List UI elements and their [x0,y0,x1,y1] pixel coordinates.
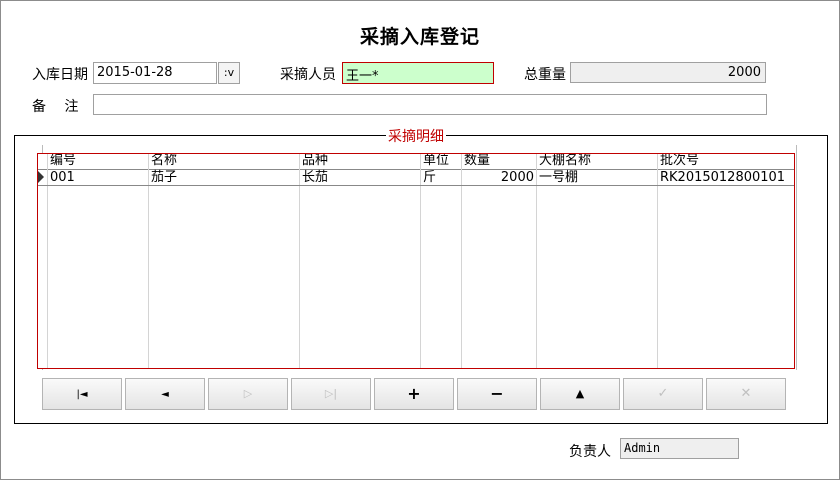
col-header-variety[interactable]: 品种 [300,154,328,169]
remark-label: 备 注 [32,99,79,115]
minus-icon: − [490,384,504,403]
edit-row-button[interactable]: ▲ [540,378,620,410]
nav-first-button[interactable]: |◄ [42,378,122,410]
nav-next-button[interactable]: ▷ [208,378,288,410]
grid-col-sep [657,154,658,368]
date-label: 入库日期 [32,67,88,83]
row-indicator-icon [38,171,44,183]
picker-field[interactable]: 王一* [342,62,494,84]
details-grid[interactable]: 编号 名称 品种 单位 数量 大棚名称 批次号 001 茄子 长茄 斤 2000… [37,153,795,369]
next-record-icon: ▷ [243,387,253,400]
first-record-icon: |◄ [76,389,88,400]
total-weight-field: 2000 [570,62,766,83]
check-icon: ✓ [657,386,669,401]
remark-field[interactable] [93,94,767,115]
nav-last-button[interactable]: ▷| [291,378,371,410]
grid-row-line [38,185,794,186]
cell-name[interactable]: 茄子 [149,170,177,186]
date-dropdown-button[interactable]: :v [218,62,240,84]
triangle-up-icon: ▲ [575,387,585,400]
col-header-batch[interactable]: 批次号 [658,154,699,169]
delete-row-button[interactable]: − [457,378,537,410]
col-header-greenhouse[interactable]: 大棚名称 [537,154,591,169]
cell-batch[interactable]: RK2015012800101 [658,170,785,186]
prev-record-icon: ◄ [161,389,169,400]
add-row-button[interactable]: + [374,378,454,410]
grid-col-sep [420,154,421,368]
post-button[interactable]: ✓ [623,378,703,410]
cell-qty[interactable]: 2000 [462,170,534,186]
owner-label: 负责人 [569,444,611,460]
nav-prev-button[interactable]: ◄ [125,378,205,410]
grid-col-sep [461,154,462,368]
weight-label: 总重量 [524,67,566,83]
cancel-edit-button[interactable]: ✕ [706,378,786,410]
col-header-name[interactable]: 名称 [149,154,177,169]
owner-field: Admin [620,438,739,459]
col-header-unit[interactable]: 单位 [421,154,449,169]
col-header-code[interactable]: 编号 [48,154,76,169]
page-title: 采摘入库登记 [359,26,480,48]
plus-icon: + [407,384,421,403]
details-caption: 采摘明细 [386,126,446,146]
grid-col-sep [47,154,48,368]
grid-col-sep [299,154,300,368]
date-field[interactable]: 2015-01-28 [93,62,217,84]
grid-col-sep [536,154,537,368]
cell-unit[interactable]: 斤 [421,170,436,186]
cell-code[interactable]: 001 [48,170,75,186]
cell-variety[interactable]: 长茄 [300,170,328,186]
last-record-icon: ▷| [324,387,338,400]
grid-col-sep [148,154,149,368]
cell-greenhouse[interactable]: 一号棚 [537,170,578,186]
close-icon: ✕ [740,386,752,401]
col-header-qty[interactable]: 数量 [462,154,490,169]
picker-label: 采摘人员 [280,67,336,83]
